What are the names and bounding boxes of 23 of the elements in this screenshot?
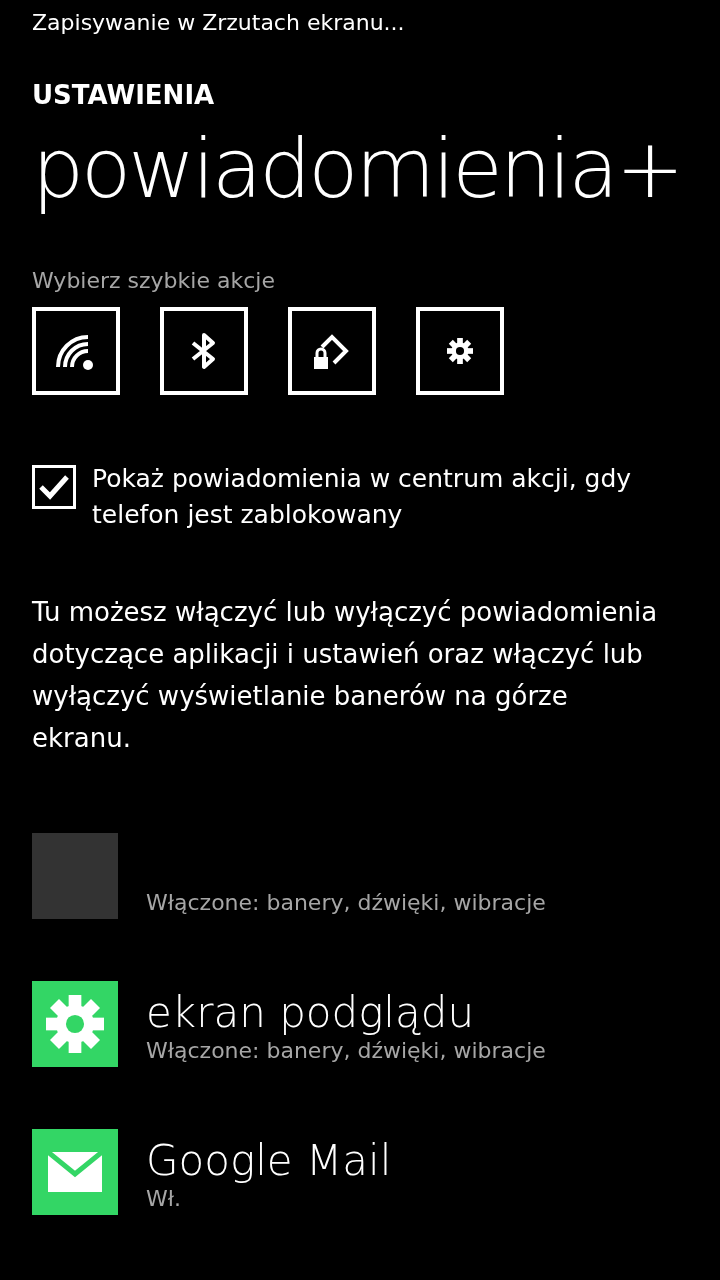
app-status: Włączone: banery, dźwięki, wibracje bbox=[146, 1037, 546, 1065]
quick-action-tile[interactable] bbox=[288, 307, 376, 395]
gear-icon bbox=[46, 995, 104, 1053]
description-text: Tu możesz włączyć lub wyłączyć powiadomienia dotyczące aplikacji i ustawień oraz włączyć lub wyłączyć wyświetlanie banerów na górze ekranu. bbox=[32, 596, 659, 755]
app-name[interactable]: ekran podglądu bbox=[146, 989, 546, 1037]
settings-icon bbox=[447, 338, 473, 364]
app-status: Włączone: banery, dźwięki, wibracje bbox=[146, 889, 546, 917]
quick-actions-label: Wybierz szybkie akcje bbox=[32, 268, 276, 293]
mail-icon bbox=[48, 1152, 102, 1192]
section-label: USTAWIENIA bbox=[32, 80, 216, 110]
check-icon bbox=[38, 473, 70, 501]
app-tile[interactable] bbox=[32, 981, 118, 1067]
checkbox-label: Pokaż powiadomienia w centrum akcji, gdy telefon jest zablokowany bbox=[92, 463, 632, 531]
app-tile[interactable] bbox=[32, 833, 118, 919]
app-status: Wł. bbox=[146, 1185, 182, 1213]
status-message: Zapisywanie w Zrzutach ekranu... bbox=[32, 9, 406, 37]
quick-action-tile[interactable] bbox=[160, 307, 248, 395]
app-name[interactable]: Google Mail bbox=[146, 1137, 392, 1185]
checkbox[interactable] bbox=[32, 465, 76, 509]
app-tile[interactable] bbox=[32, 1129, 118, 1215]
page-title: powiadomienia+ bbox=[32, 120, 683, 218]
quick-action-tile[interactable] bbox=[32, 307, 120, 395]
quick-action-tile[interactable] bbox=[416, 307, 504, 395]
